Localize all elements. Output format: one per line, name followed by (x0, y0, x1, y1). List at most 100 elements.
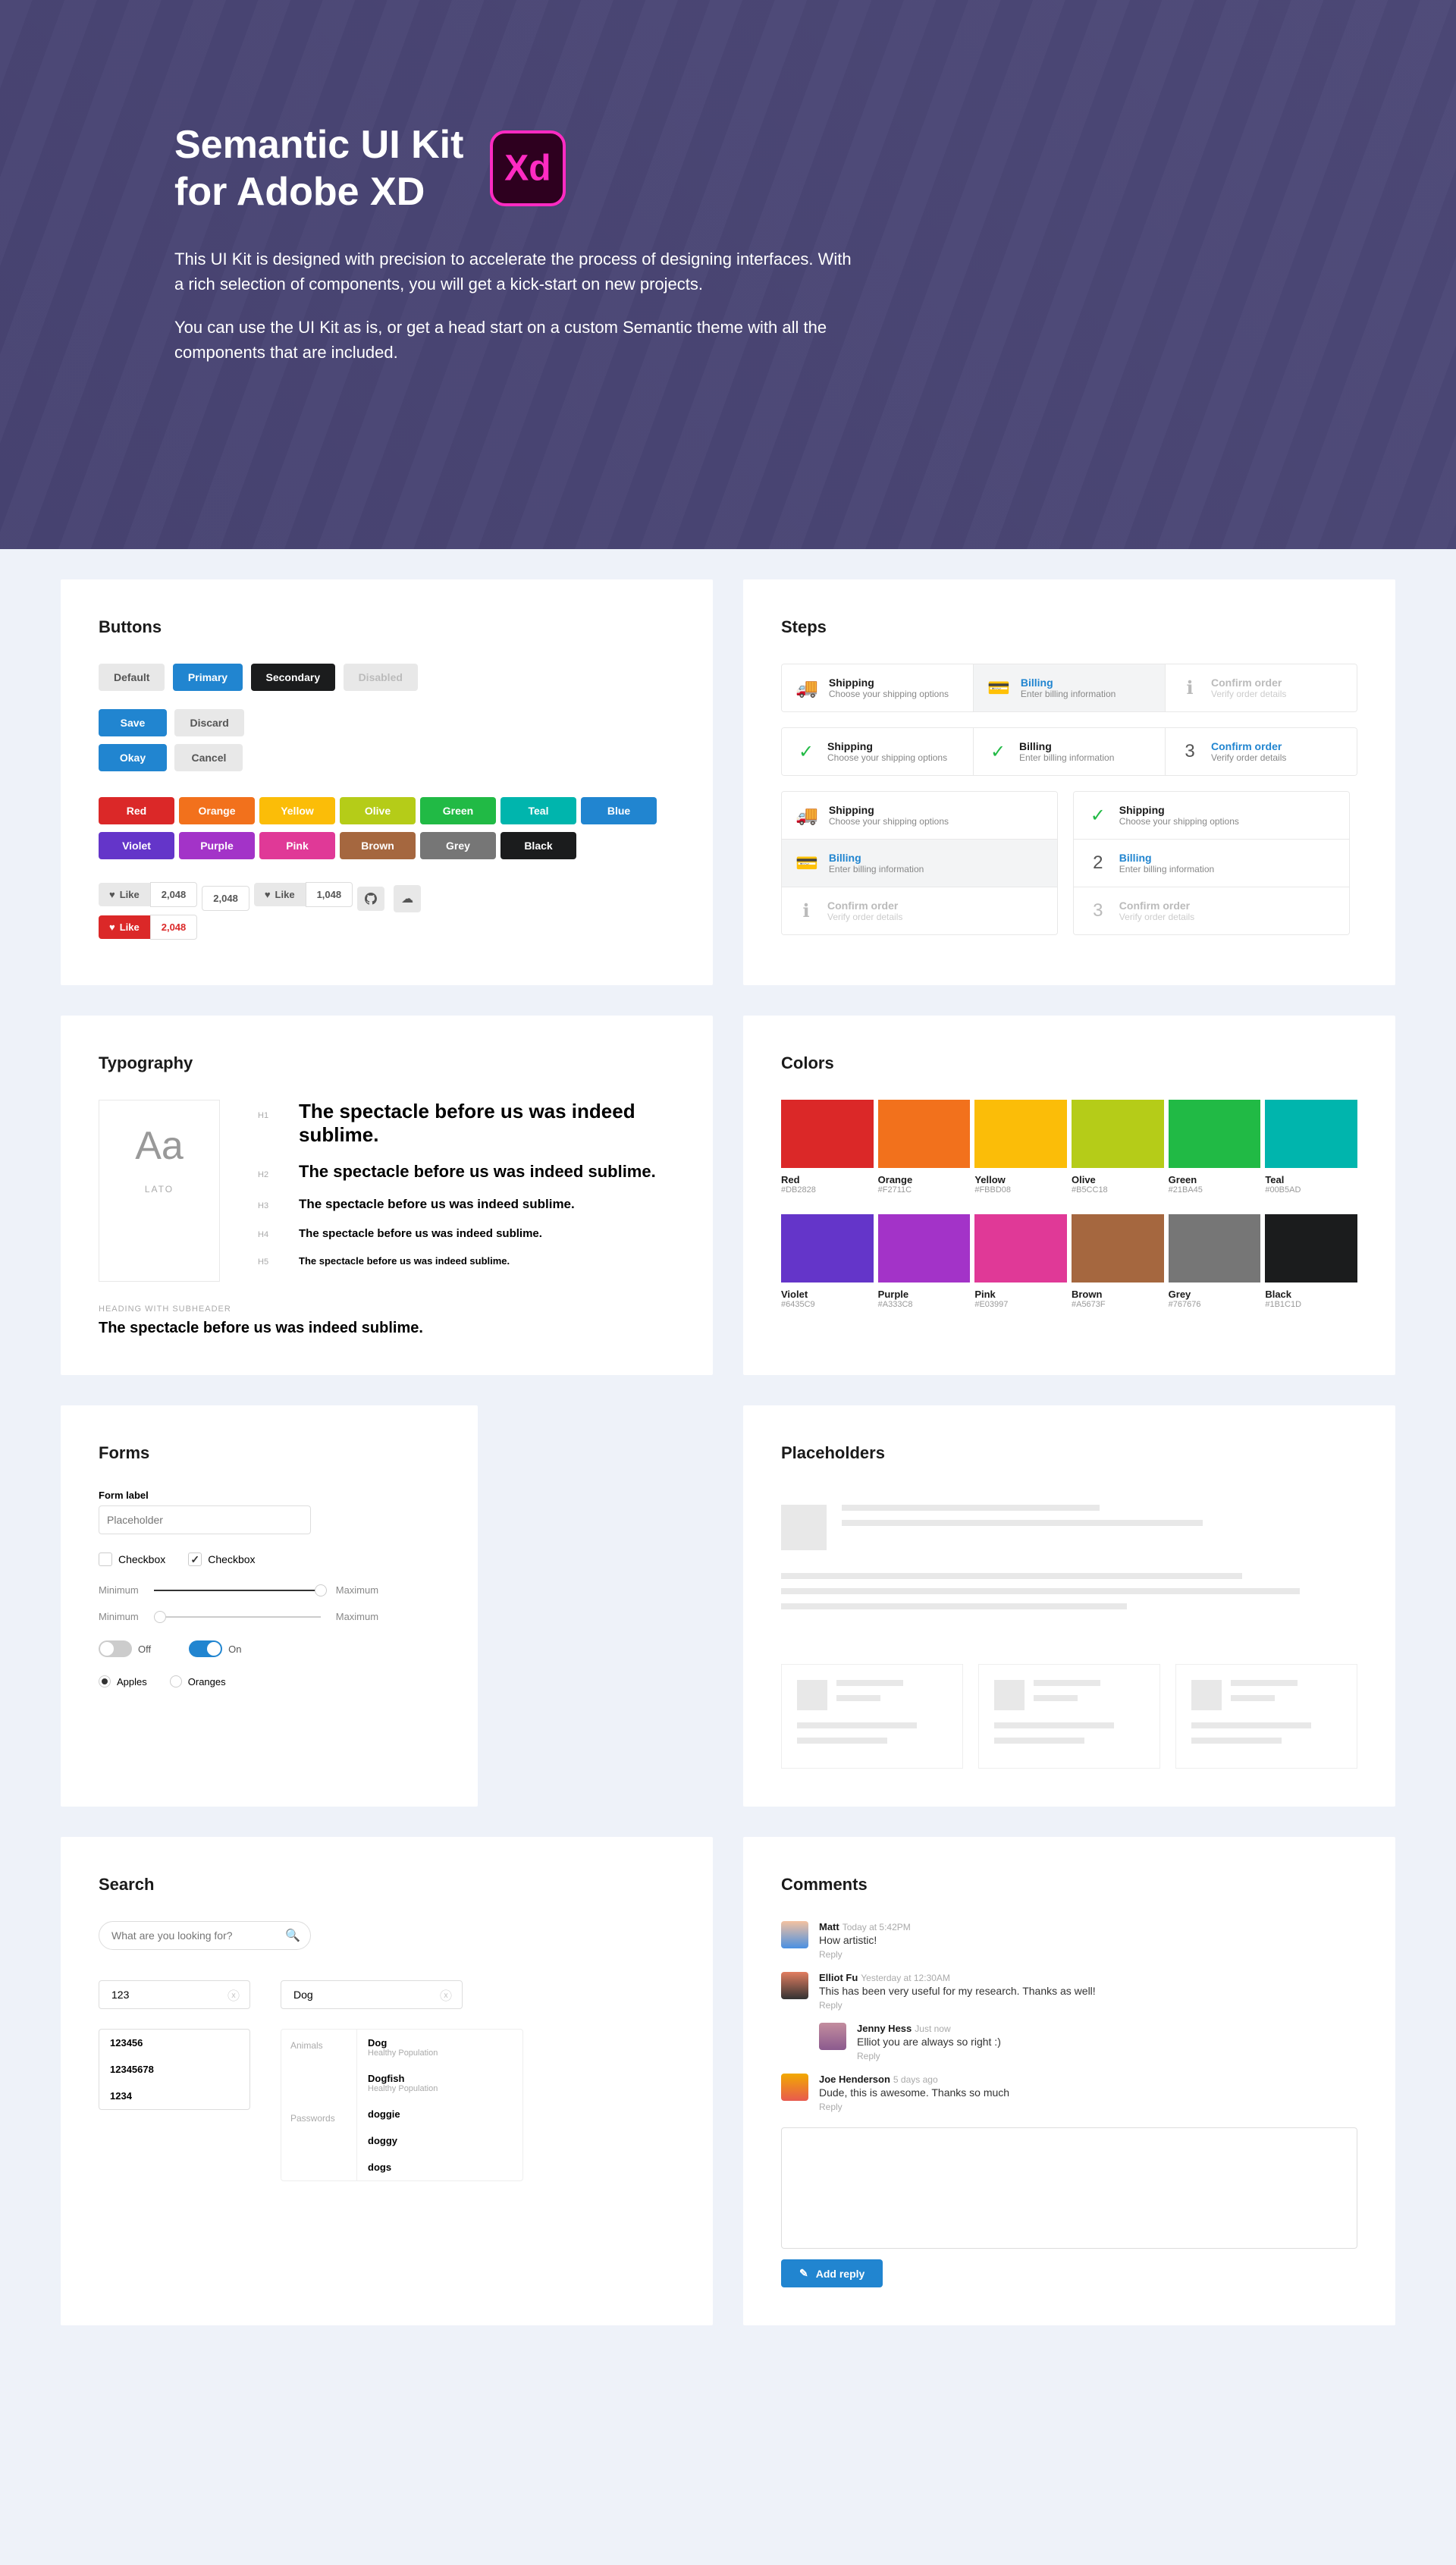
cancel-button[interactable]: Cancel (174, 744, 243, 771)
dropdown-item[interactable]: 12345678 (99, 2056, 249, 2083)
step-shipping[interactable]: 🚚ShippingChoose your shipping options (782, 792, 1057, 840)
color-swatch-brown: Brown#A5673F (1072, 1214, 1164, 1309)
toggle-off[interactable] (99, 1640, 132, 1657)
save-button[interactable]: Save (99, 709, 167, 736)
dropdown-item[interactable]: 123456 (99, 2030, 249, 2056)
primary-button[interactable]: Primary (173, 664, 243, 691)
step-billing[interactable]: 2BillingEnter billing information (1074, 840, 1349, 887)
dropdown-item[interactable]: 1234 (99, 2083, 249, 2109)
section-title: Placeholders (781, 1443, 1357, 1463)
comment-author: Matt (819, 1921, 839, 1932)
section-title: Buttons (99, 617, 675, 637)
color-button-orange[interactable]: Orange (179, 797, 255, 824)
github-icon[interactable] (357, 887, 384, 911)
step-confirm: 3Confirm orderVerify order details (1074, 887, 1349, 934)
dropdown-item[interactable]: dogs (357, 2154, 522, 2180)
reply-link[interactable]: Reply (819, 2102, 1357, 2112)
like-button-red[interactable]: ♥ Like 2,048 (99, 915, 675, 940)
checkbox-unchecked[interactable]: Checkbox (99, 1552, 165, 1566)
placeholder-line (781, 1588, 1300, 1594)
comment-time: Just now (915, 2023, 950, 2034)
section-title: Search (99, 1875, 675, 1895)
colors-card: Colors Red#DB2828Orange#F2711CYellow#FBB… (743, 1016, 1395, 1375)
font-sample: Aa (130, 1123, 189, 1169)
truck-icon: 🚚 (795, 677, 818, 699)
like-button-group[interactable]: ♥ Like 2,048 (99, 882, 197, 907)
search-input[interactable] (99, 1921, 311, 1950)
steps-vertical-2: ✓ShippingChoose your shipping options 2B… (1073, 791, 1350, 935)
color-swatch-orange: Orange#F2711C (878, 1100, 971, 1195)
dropdown-item[interactable]: DogHealthy Population (357, 2030, 522, 2065)
placeholder-line (842, 1505, 1100, 1511)
like-button-group-2[interactable]: ♥ Like 1,048 (254, 882, 353, 907)
reply-link[interactable]: Reply (819, 2000, 1357, 2011)
radio-apples[interactable]: Apples (99, 1675, 147, 1688)
color-swatch-black: Black#1B1C1D (1265, 1214, 1357, 1309)
slider-empty[interactable]: MinimumMaximum (99, 1611, 440, 1622)
reply-link[interactable]: Reply (819, 1949, 1357, 1960)
dropdown-item[interactable]: doggie (357, 2101, 522, 2127)
color-button-brown[interactable]: Brown (340, 832, 416, 859)
comment-time: 5 days ago (893, 2074, 938, 2085)
discard-button[interactable]: Discard (174, 709, 243, 736)
color-button-yellow[interactable]: Yellow (259, 797, 335, 824)
subheader-text: The spectacle before us was indeed subli… (99, 1320, 675, 1337)
step-billing[interactable]: ✓BillingEnter billing information (974, 728, 1166, 775)
comment-text: How artistic! (819, 1934, 1357, 1946)
comment-author: Joe Henderson (819, 2074, 890, 2085)
color-button-purple[interactable]: Purple (179, 832, 255, 859)
color-button-teal[interactable]: Teal (500, 797, 576, 824)
info-icon: ℹ (1179, 677, 1200, 699)
hero-para-2: You can use the UI Kit as is, or get a h… (174, 315, 857, 365)
comment: Jenny HessJust nowElliot you are always … (819, 2023, 1357, 2061)
buttons-card: Buttons Default Primary Secondary Disabl… (61, 579, 713, 985)
step-shipping[interactable]: ✓ShippingChoose your shipping options (782, 728, 974, 775)
step-billing[interactable]: 💳BillingEnter billing information (974, 664, 1166, 711)
add-reply-button[interactable]: ✎Add reply (781, 2259, 883, 2287)
default-button[interactable]: Default (99, 664, 165, 691)
color-swatch-green: Green#21BA45 (1169, 1100, 1261, 1195)
color-button-red[interactable]: Red (99, 797, 174, 824)
color-button-pink[interactable]: Pink (259, 832, 335, 859)
color-button-black[interactable]: Black (500, 832, 576, 859)
clear-icon[interactable]: ⓧ (440, 1986, 452, 2004)
hero-section: Semantic UI Kitfor Adobe XD This UI Kit … (0, 0, 1456, 549)
dropdown-item[interactable]: doggy (357, 2127, 522, 2154)
color-swatch-red: Red#DB2828 (781, 1100, 874, 1195)
toggle-on[interactable] (189, 1640, 222, 1657)
clear-icon[interactable]: ⓧ (228, 1986, 240, 2004)
color-button-violet[interactable]: Violet (99, 832, 174, 859)
search-icon[interactable]: 🔍 (285, 1928, 300, 1943)
color-button-blue[interactable]: Blue (581, 797, 657, 824)
placeholder-card (978, 1664, 1160, 1769)
dropdown-item[interactable]: DogfishHealthy Population (357, 2065, 522, 2101)
checkbox-checked[interactable]: Checkbox (188, 1552, 255, 1566)
comment-text: This has been very useful for my researc… (819, 1985, 1357, 1997)
step-confirm[interactable]: 3Confirm orderVerify order details (1166, 728, 1357, 775)
slider-filled[interactable]: MinimumMaximum (99, 1584, 440, 1596)
placeholder-avatar (781, 1505, 827, 1550)
cloud-icon[interactable]: ☁ (394, 885, 421, 912)
step-billing[interactable]: 💳BillingEnter billing information (782, 840, 1057, 887)
section-title: Typography (99, 1053, 675, 1073)
placeholder-line (842, 1520, 1203, 1526)
form-label: Form label (99, 1490, 440, 1501)
reply-textarea[interactable] (781, 2127, 1357, 2249)
search-input-3[interactable] (281, 1980, 463, 2009)
radio-oranges[interactable]: Oranges (170, 1675, 226, 1688)
steps-row-2: ✓ShippingChoose your shipping options ✓B… (781, 727, 1357, 776)
truck-icon: 🚚 (795, 805, 818, 827)
text-input[interactable] (99, 1505, 311, 1534)
color-button-grey[interactable]: Grey (420, 832, 496, 859)
info-icon: ℹ (795, 900, 817, 922)
color-button-olive[interactable]: Olive (340, 797, 416, 824)
color-button-green[interactable]: Green (420, 797, 496, 824)
step-shipping[interactable]: ✓ShippingChoose your shipping options (1074, 792, 1349, 840)
step-number: 3 (1087, 900, 1109, 921)
comment-author: Jenny Hess (857, 2023, 912, 2034)
reply-link[interactable]: Reply (857, 2051, 1357, 2061)
dropdown-category: Passwords (281, 2102, 356, 2134)
step-shipping[interactable]: 🚚ShippingChoose your shipping options (782, 664, 974, 711)
secondary-button[interactable]: Secondary (251, 664, 336, 691)
okay-button[interactable]: Okay (99, 744, 167, 771)
